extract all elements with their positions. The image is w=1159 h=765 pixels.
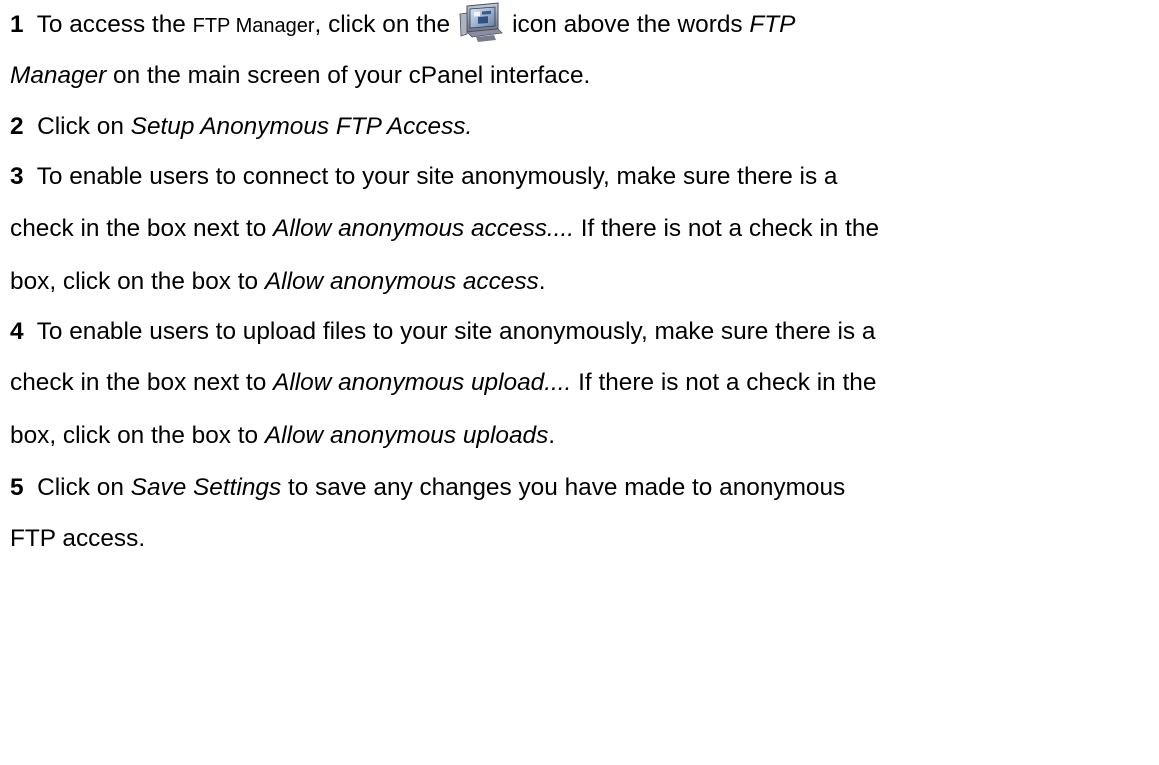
step-2-line: 2 Click on Setup Anonymous FTP Access. <box>10 107 472 147</box>
step-1-text-a: To access the <box>36 11 193 38</box>
step-2-text-setup: Setup Anonymous FTP Access. <box>130 113 473 140</box>
step-5-number: 5 <box>10 474 24 501</box>
step-3-text-b: check in the box next to <box>10 215 274 242</box>
step-4-text-d: box, click on the box to <box>10 422 265 449</box>
step-3-line-2: check in the box next to Allow anonymous… <box>10 209 879 249</box>
step-1-text-d: on the main screen of your cPanel interf… <box>106 62 591 89</box>
step-5-text-b: to save any changes you have made to ano… <box>281 474 846 501</box>
step-3-number: 3 <box>10 163 24 190</box>
step-5-line-1: 5 Click on Save Settings to save any cha… <box>10 468 845 508</box>
step-3-text-d: box, click on the box to <box>10 268 265 295</box>
step-4-text-a: To enable users to upload files to your … <box>36 318 876 345</box>
step-5-text-a: Click on <box>37 474 131 501</box>
step-1-ftp-manager-label: FTP Manager <box>192 15 315 37</box>
step-1-line-1: 1 To access the FTP Manager, click on th… <box>10 2 795 42</box>
step-4-text-b: check in the box next to <box>10 369 274 396</box>
step-4-text-allow-uploads: Allow anonymous uploads <box>264 422 549 449</box>
step-4-line-1: 4 To enable users to upload files to you… <box>10 312 875 352</box>
step-1-text-c: icon above the words <box>512 11 750 38</box>
step-4-text-allow-upload: Allow anonymous upload.... <box>273 369 572 396</box>
step-3-text-e: . <box>538 268 546 295</box>
step-3-text-c: If there is not a check in the <box>574 215 880 242</box>
step-2-number: 2 <box>10 113 24 140</box>
step-2-text-a: Click on <box>37 113 131 140</box>
step-5-text-save-settings: Save Settings <box>130 474 282 501</box>
step-1-line-2: Manager on the main screen of your cPane… <box>10 56 590 96</box>
step-3-text-a: To enable users to connect to your site … <box>36 163 838 190</box>
step-4-number: 4 <box>10 318 24 345</box>
step-1-text-b: , click on the <box>314 11 451 38</box>
step-4-line-3: box, click on the box to Allow anonymous… <box>10 416 555 456</box>
step-5-text-c: FTP access. <box>10 525 146 552</box>
ftp-manager-icon <box>458 2 504 42</box>
step-1-text-ftp: FTP <box>749 11 796 38</box>
step-1-text-manager: Manager <box>10 62 107 89</box>
step-3-text-allow-access: Allow anonymous access.... <box>273 215 574 242</box>
step-1-number: 1 <box>10 11 24 38</box>
step-4-text-e: . <box>548 422 556 449</box>
step-3-line-3: box, click on the box to Allow anonymous… <box>10 262 546 302</box>
step-3-text-allow-access-2: Allow anonymous access <box>264 268 539 295</box>
instructions-document: 1 To access the FTP Manager, click on th… <box>0 0 1159 765</box>
step-3-line-1: 3 To enable users to connect to your sit… <box>10 157 838 197</box>
step-4-text-c: If there is not a check in the <box>571 369 877 396</box>
step-5-line-2: FTP access. <box>10 519 145 559</box>
step-4-line-2: check in the box next to Allow anonymous… <box>10 363 876 403</box>
